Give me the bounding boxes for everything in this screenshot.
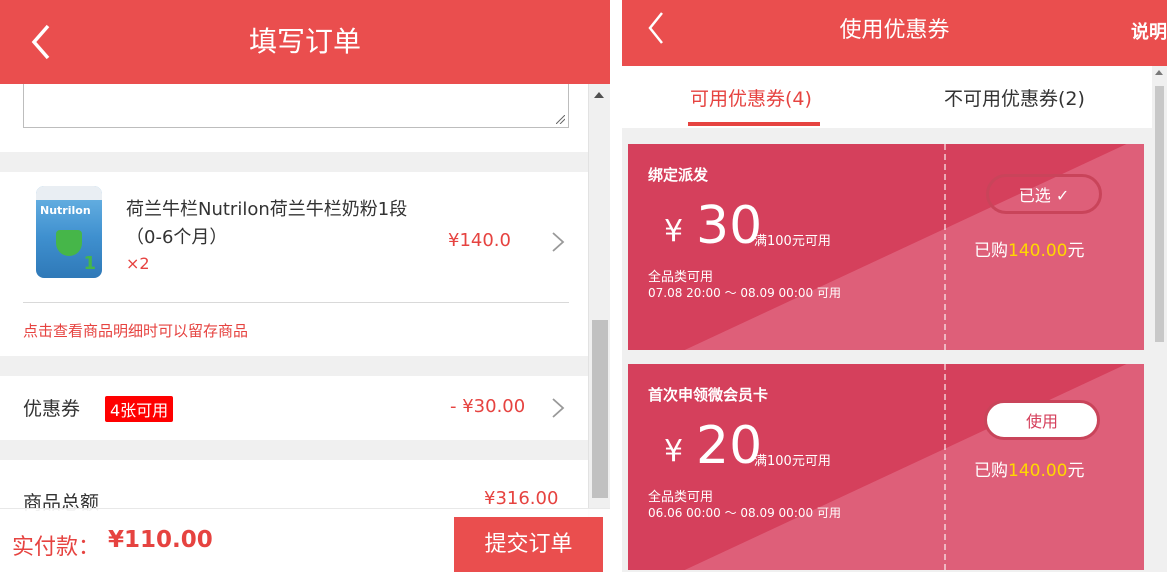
use-coupon-button[interactable]: 使用 <box>984 400 1100 440</box>
bought-prefix: 已购 <box>974 461 1008 481</box>
scrollbar[interactable] <box>1152 66 1167 572</box>
bought-prefix: 已购 <box>974 241 1008 261</box>
coupon-divider <box>944 364 946 570</box>
page-title: 填写订单 <box>248 25 361 58</box>
total-value: ¥316.00 <box>484 488 559 509</box>
perforated-edge <box>1140 144 1144 350</box>
coupon-divider <box>944 144 946 350</box>
scroll-up-icon[interactable] <box>1155 70 1163 75</box>
tab-available[interactable]: 可用优惠券(4) <box>690 84 812 111</box>
scroll-up-icon[interactable] <box>594 92 604 98</box>
bought-amount: 140.00 <box>1008 241 1068 261</box>
coupon-selected-button[interactable]: 已选 ✓ <box>986 174 1102 214</box>
product-quantity: ×2 <box>126 254 150 273</box>
pay-label: 实付款： <box>12 535 101 560</box>
coupon-scope: 全品类可用 <box>648 270 714 285</box>
product-detail-hint[interactable]: 点击查看商品明细时可以留存商品 <box>23 320 248 341</box>
coupon-validity: 06.06 00:00 ～ 08.09 00:00 可用 <box>648 506 841 520</box>
chevron-right-icon[interactable] <box>550 396 566 420</box>
coupon-scope: 全品类可用 <box>648 490 714 505</box>
shield-icon <box>56 230 82 256</box>
checkout-bar: 实付款： ¥110.00 提交订单 <box>0 508 610 572</box>
coupon-amount: 20 <box>696 416 763 476</box>
help-link[interactable]: 说明 <box>1131 18 1167 44</box>
scrollbar-thumb[interactable] <box>1155 86 1164 342</box>
page-title: 使用优惠券 <box>839 18 950 43</box>
scrollbar-thumb[interactable] <box>592 320 608 498</box>
coupon-panel: 使用优惠券 说明 可用优惠券(4) 不可用优惠券(2) 绑定派发 ¥ 30 满1… <box>622 0 1167 572</box>
coupon-currency: ¥ <box>664 214 684 249</box>
coupon-tabs: 可用优惠券(4) 不可用优惠券(2) <box>622 66 1152 128</box>
coupon-discount-value: - ¥30.00 <box>450 396 526 417</box>
product-price: ¥140.0 <box>448 230 511 251</box>
coupon-validity: 07.08 20:00 ～ 08.09 00:00 可用 <box>648 286 841 300</box>
product-image: Nutrilon 1 <box>36 186 102 278</box>
coupon-card[interactable]: 首次申领微会员卡 ¥ 20 满100元可用 全品类可用 06.06 00:00 … <box>628 364 1144 570</box>
product-section[interactable]: Nutrilon 1 荷兰牛栏Nutrilon荷兰牛栏奶粉1段（0-6个月） ×… <box>0 172 588 356</box>
order-header: 填写订单 <box>0 0 610 84</box>
tab-unavailable[interactable]: 不可用优惠券(2) <box>944 84 1085 111</box>
coupon-card[interactable]: 绑定派发 ¥ 30 满100元可用 全品类可用 07.08 20:00 ～ 08… <box>628 144 1144 350</box>
memo-section <box>0 84 588 152</box>
submit-order-button[interactable]: 提交订单 <box>454 517 603 572</box>
coupon-row-label: 优惠券 <box>23 398 81 420</box>
bought-suffix: 元 <box>1067 241 1085 261</box>
coupon-title: 绑定派发 <box>648 166 709 184</box>
coupon-row[interactable]: 优惠券 4张可用 - ¥30.00 <box>0 376 588 440</box>
pay-amount: ¥110.00 <box>108 527 213 553</box>
perforated-edge <box>628 144 632 350</box>
bought-amount: 140.00 <box>1008 461 1068 481</box>
memo-textarea[interactable] <box>23 84 569 128</box>
resize-grip-icon[interactable] <box>556 115 565 124</box>
order-form-panel: 填写订单 Nutrilon 1 荷兰牛栏Nutrilon荷兰牛栏奶粉1段（0-6… <box>0 0 610 572</box>
coupon-header: 使用优惠券 说明 <box>622 0 1167 66</box>
bought-suffix: 元 <box>1067 461 1085 481</box>
coupon-amount: 30 <box>696 196 763 256</box>
coupon-bought-info: 已购140.00元 <box>974 236 1084 261</box>
coupon-title: 首次申领微会员卡 <box>648 386 769 404</box>
coupon-condition: 满100元可用 <box>754 454 831 469</box>
product-image-stage: 1 <box>83 253 96 274</box>
coupon-available-badge: 4张可用 <box>105 396 174 422</box>
perforated-edge <box>1140 364 1144 570</box>
active-tab-indicator <box>688 122 820 126</box>
product-name: 荷兰牛栏Nutrilon荷兰牛栏奶粉1段（0-6个月） <box>126 199 408 248</box>
perforated-edge <box>628 364 632 570</box>
order-content: Nutrilon 1 荷兰牛栏Nutrilon荷兰牛栏奶粉1段（0-6个月） ×… <box>0 84 588 572</box>
coupon-condition: 满100元可用 <box>754 234 831 249</box>
coupon-currency: ¥ <box>664 434 684 469</box>
chevron-right-icon[interactable] <box>550 230 566 254</box>
coupon-bought-info: 已购140.00元 <box>974 456 1084 481</box>
divider <box>23 302 569 303</box>
product-image-brand: Nutrilon <box>40 204 91 217</box>
scrollbar[interactable] <box>588 84 610 572</box>
